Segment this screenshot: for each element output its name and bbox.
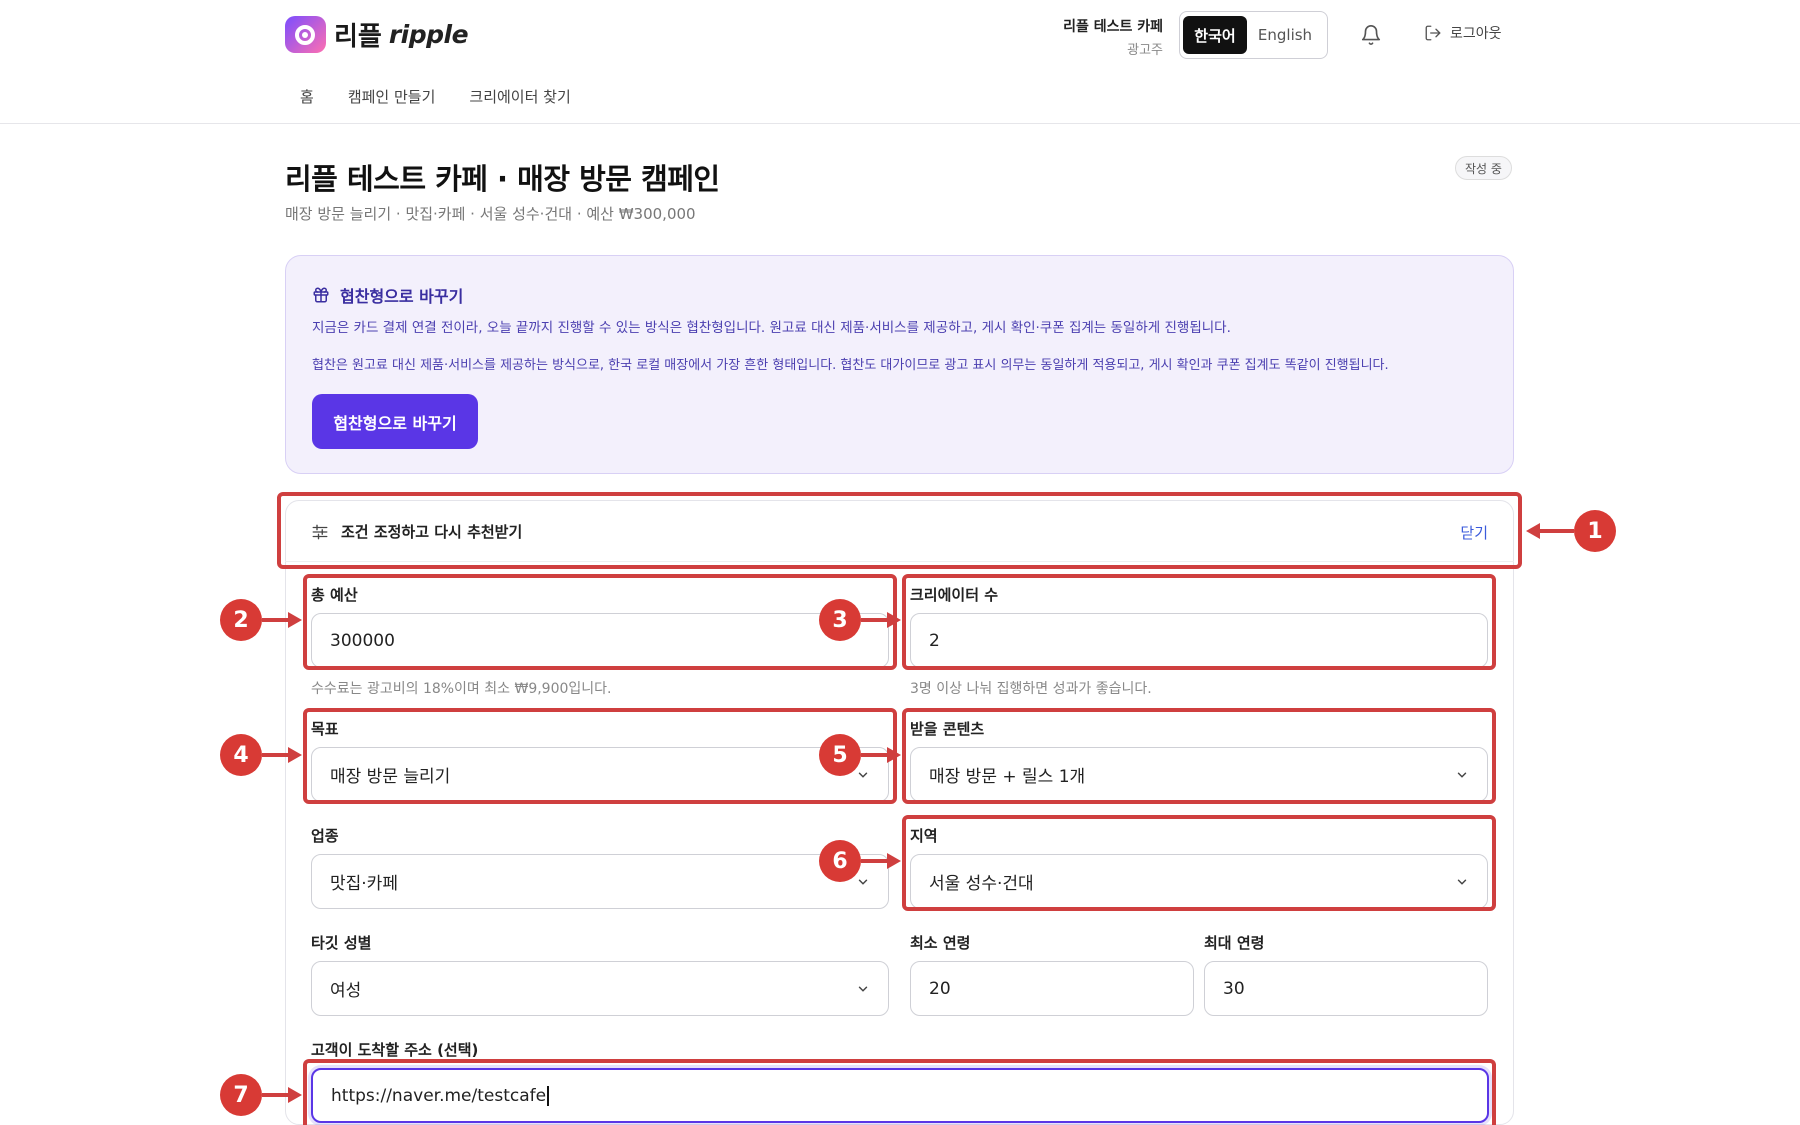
ripple-logo-icon (285, 16, 326, 53)
industry-value: 맛집·카페 (330, 874, 398, 894)
adjust-conditions-title: 조건 조정하고 다시 추천받기 (311, 521, 522, 542)
arrow-left-icon (1526, 523, 1574, 539)
gender-select[interactable]: 여성 (311, 961, 889, 1016)
sponsorship-info-box: 협찬형으로 바꾸기 지금은 카드 결제 연결 전이라, 오늘 끝까지 진행할 수… (285, 255, 1514, 474)
arrow-right-icon (861, 747, 901, 763)
annotation-number-2: 2 (220, 599, 262, 641)
logo-english-text: ripple (388, 20, 469, 49)
text-cursor (547, 1085, 549, 1106)
gift-icon (313, 287, 329, 303)
annotation-number-3: 3 (819, 599, 861, 641)
adjust-conditions-header[interactable]: 조건 조정하고 다시 추천받기 닫기 (285, 500, 1514, 562)
content-label: 받을 콘텐츠 (910, 720, 985, 738)
sponsorship-heading: 협찬형으로 바꾸기 (312, 283, 463, 307)
logo[interactable]: 리플 ripple (285, 16, 469, 53)
budget-input[interactable]: 300000 (311, 613, 889, 668)
status-badge: 작성 중 (1455, 156, 1512, 180)
annotation-number-7: 7 (220, 1074, 262, 1116)
sponsorship-description-1: 지금은 카드 결제 연결 전이라, 오늘 끝까지 진행할 수 있는 방식은 협찬… (312, 320, 1231, 336)
budget-hint: 수수료는 광고비의 18%이며 최소 ₩9,900입니다. (311, 681, 612, 697)
region-label: 지역 (910, 827, 938, 845)
industry-select[interactable]: 맛집·카페 (311, 854, 889, 909)
region-select[interactable]: 서울 성수·건대 (910, 854, 1488, 909)
main-nav: 홈 캠페인 만들기 크리에이터 찾기 (300, 86, 605, 107)
logout-button[interactable]: 로그아웃 (1424, 23, 1502, 43)
notification-bell-icon[interactable] (1360, 24, 1382, 46)
logo-korean-text: 리플 (334, 22, 382, 52)
destination-url-input[interactable]: https://naver.me/testcafe (311, 1068, 1489, 1123)
content-select[interactable]: 매장 방문 + 릴스 1개 (910, 747, 1488, 802)
goal-select[interactable]: 매장 방문 늘리기 (311, 747, 889, 802)
url-label: 고객이 도착할 주소 (선택) (311, 1041, 479, 1059)
logout-icon (1425, 25, 1441, 41)
arrow-right-icon (861, 853, 901, 869)
goal-value: 매장 방문 늘리기 (330, 767, 451, 787)
max-age-input[interactable]: 30 (1204, 961, 1488, 1016)
account-role: 광고주 (1127, 43, 1163, 58)
nav-item-find-creators[interactable]: 크리에이터 찾기 (469, 86, 570, 107)
industry-label: 업종 (311, 827, 339, 845)
close-adjust-link[interactable]: 닫기 (1460, 522, 1488, 543)
sponsorship-description-2: 협찬은 원고료 대신 제품·서비스를 제공하는 방식으로, 한국 로컬 매장에서… (312, 358, 1389, 373)
arrow-right-icon (262, 612, 302, 628)
min-age-input[interactable]: 20 (910, 961, 1194, 1016)
nav-item-home[interactable]: 홈 (300, 86, 314, 107)
top-header: 리플 ripple 리플 테스트 카페 광고주 한국어 English 로그아웃… (0, 0, 1800, 124)
language-english-button[interactable]: English (1247, 16, 1323, 54)
min-age-value: 20 (929, 978, 951, 999)
creators-hint: 3명 이상 나눠 집행하면 성과가 좋습니다. (910, 681, 1152, 697)
arrow-right-icon (262, 1087, 302, 1103)
nav-item-create-campaign[interactable]: 캠페인 만들기 (348, 86, 436, 107)
annotation-number-1: 1 (1574, 510, 1616, 552)
chevron-down-icon (1457, 879, 1467, 885)
arrow-right-icon (262, 747, 302, 763)
creators-label: 크리에이터 수 (910, 586, 999, 604)
annotation-number-5: 5 (819, 734, 861, 776)
switch-to-sponsorship-button[interactable]: 협찬형으로 바꾸기 (312, 394, 478, 449)
chevron-down-icon (858, 986, 868, 992)
annotation-number-6: 6 (819, 840, 861, 882)
page-title: 리플 테스트 카페 · 매장 방문 캠페인 (285, 162, 720, 196)
account-name: 리플 테스트 카페 (1063, 19, 1163, 35)
language-korean-button[interactable]: 한국어 (1183, 16, 1247, 54)
sliders-icon (312, 524, 328, 539)
adjust-conditions-title-text: 조건 조정하고 다시 추천받기 (341, 523, 523, 541)
chevron-down-icon (858, 772, 868, 778)
creators-count-value: 2 (929, 630, 940, 651)
page-subtitle: 매장 방문 늘리기 · 맛집·카페 · 서울 성수·건대 · 예산 ₩300,0… (285, 205, 696, 223)
destination-url-value: https://naver.me/testcafe (331, 1085, 547, 1106)
region-value: 서울 성수·건대 (929, 874, 1034, 894)
gender-label: 타깃 성별 (311, 934, 372, 952)
goal-label: 목표 (311, 720, 339, 738)
max-age-value: 30 (1223, 978, 1245, 999)
budget-label: 총 예산 (311, 586, 358, 604)
sponsorship-heading-text: 협찬형으로 바꾸기 (340, 287, 464, 306)
chevron-down-icon (1457, 772, 1467, 778)
max-age-label: 최대 연령 (1204, 934, 1265, 952)
language-switcher: 한국어 English (1179, 11, 1328, 59)
annotation-number-4: 4 (220, 734, 262, 776)
budget-value: 300000 (330, 630, 395, 651)
arrow-right-icon (861, 612, 901, 628)
adjust-conditions-card (285, 500, 1514, 1125)
account-info: 리플 테스트 카페 광고주 (1063, 16, 1163, 58)
chevron-down-icon (858, 879, 868, 885)
gender-value: 여성 (330, 981, 362, 1001)
creators-count-input[interactable]: 2 (910, 613, 1488, 668)
content-value: 매장 방문 + 릴스 1개 (929, 767, 1086, 787)
logout-label: 로그아웃 (1450, 26, 1502, 42)
min-age-label: 최소 연령 (910, 934, 971, 952)
